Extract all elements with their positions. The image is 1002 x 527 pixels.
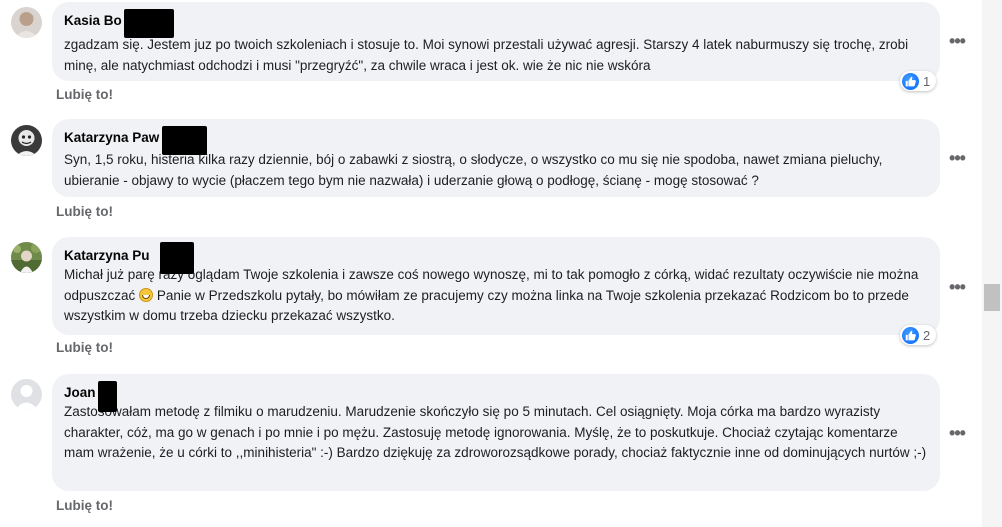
redaction-block [124, 9, 174, 38]
avatar[interactable] [11, 242, 42, 273]
author-name[interactable]: Katarzyna Pawk [64, 126, 207, 155]
redaction-block [98, 381, 117, 412]
like-button[interactable]: Lubię to! [56, 340, 113, 355]
reaction-count: 1 [923, 73, 931, 89]
avatar[interactable] [11, 7, 42, 38]
more-options-button[interactable]: ••• [946, 149, 968, 167]
comment-text: Zastosowałam metodę z filmiku o marudzen… [64, 404, 927, 460]
reaction-summary[interactable]: 1 [900, 71, 937, 91]
author-name[interactable]: Kasia Bo [64, 9, 174, 38]
comment-bubble: Kasia Bo zgadzam się. Jestem juz po twoi… [52, 2, 940, 81]
like-button[interactable]: Lubię to! [56, 204, 113, 219]
redaction-block [160, 242, 194, 274]
comment-bubble: Katarzyna Puo Michał już parę razy ogląd… [52, 237, 940, 335]
grinning-face-emoji-icon [139, 287, 154, 302]
like-reaction-icon [902, 72, 919, 90]
scrollbar-thumb[interactable] [984, 284, 1000, 311]
avatar[interactable] [11, 125, 42, 156]
more-options-button[interactable]: ••• [946, 278, 968, 296]
reaction-summary[interactable]: 2 [900, 325, 937, 345]
author-name[interactable]: Katarzyna Puo [64, 242, 194, 274]
scrollbar-track[interactable] [982, 0, 1002, 527]
comment-text: Syn, 1,5 roku, histeria kilka razy dzien… [64, 152, 883, 188]
like-button[interactable]: Lubię to! [56, 498, 113, 513]
comment-bubble: Katarzyna Pawk Syn, 1,5 roku, histeria k… [52, 119, 940, 197]
redaction-block [162, 126, 207, 155]
like-reaction-icon [902, 326, 919, 344]
like-button[interactable]: Lubię to! [56, 87, 113, 102]
comment-bubble: Joan Zastosowałam metodę z filmiku o mar… [52, 374, 940, 491]
comment-text: zgadzam się. Jestem juz po twoich szkole… [64, 37, 909, 73]
author-name[interactable]: Joan [64, 381, 117, 412]
reaction-count: 2 [923, 327, 931, 343]
more-options-button[interactable]: ••• [946, 424, 968, 442]
comment-text: Michał już parę razy oglądam Twoje szkol… [64, 267, 919, 323]
more-options-button[interactable]: ••• [946, 32, 968, 50]
avatar[interactable] [11, 379, 42, 410]
